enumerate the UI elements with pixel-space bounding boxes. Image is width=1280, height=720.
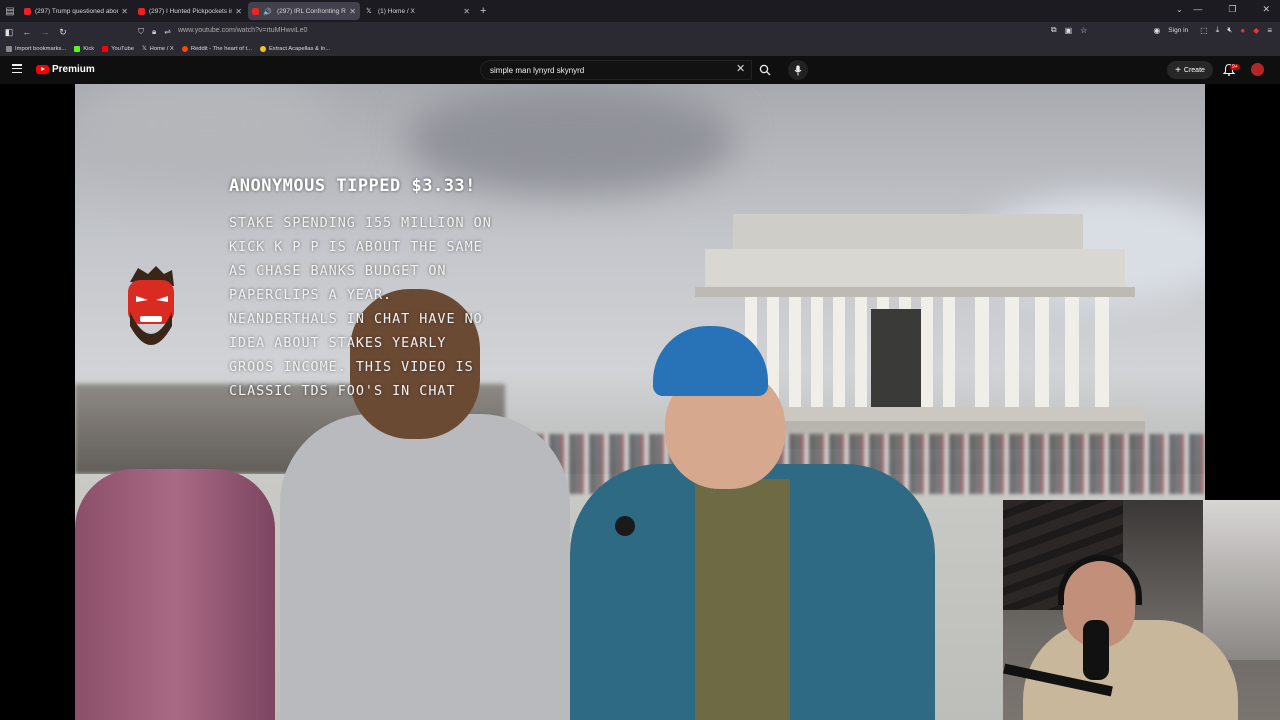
cloud: [75, 84, 335, 184]
extension-red-icon[interactable]: ◆: [1253, 26, 1259, 35]
player-letterbox-left: [0, 84, 75, 720]
streamer-mascot-icon: [128, 266, 174, 345]
permissions-icon[interactable]: ⇌: [164, 27, 171, 37]
room-wall: [1203, 500, 1280, 660]
browser-tab-strip: ▤ (297) Trump questioned about ✕ (297) I…: [0, 0, 1280, 22]
download-icon[interactable]: ⤓: [1216, 25, 1220, 35]
tab-list-icon[interactable]: ▤: [0, 0, 20, 22]
search-icon: [759, 64, 771, 76]
search-button[interactable]: [752, 60, 778, 80]
browser-tab[interactable]: 𝕏 (1) Home / X ✕: [362, 2, 474, 20]
close-icon[interactable]: ✕: [121, 7, 128, 16]
tab-title: (297) IRL Confronting Resis: [277, 7, 346, 15]
streamer-body: [1023, 620, 1238, 720]
notification-badge: 9+: [1230, 64, 1240, 70]
youtube-play-icon: [36, 65, 49, 74]
bookmark-acapellas[interactable]: Extract Acapellas & In...: [259, 46, 330, 52]
menu-icon[interactable]: ≡: [1267, 26, 1272, 35]
browser-tab[interactable]: (297) I Hunted Pickpockets in V ✕: [134, 2, 246, 20]
speaker-icon[interactable]: 🔊: [263, 8, 273, 16]
tab-title: (297) Trump questioned about: [35, 7, 119, 15]
x-icon: 𝕏: [366, 7, 372, 15]
bookmark-kick[interactable]: Kick: [74, 46, 94, 52]
clear-search-icon[interactable]: ✕: [736, 62, 745, 75]
import-icon: [6, 46, 12, 52]
reload-icon[interactable]: ↻: [54, 27, 72, 38]
x-icon: 𝕏: [141, 46, 147, 52]
extensions-icon[interactable]: ⬚: [1200, 26, 1208, 35]
extension-abp-icon[interactable]: ●: [1240, 26, 1245, 35]
sign-in-link[interactable]: Sign in: [1168, 27, 1188, 34]
close-icon[interactable]: ✕: [349, 7, 356, 16]
bookmark-star-icon[interactable]: ☆: [1080, 26, 1087, 35]
bystander-figure: [75, 469, 275, 720]
interviewer-figure: [280, 414, 570, 720]
new-tab-button[interactable]: +: [480, 5, 486, 17]
youtube-logo[interactable]: Premium: [36, 64, 95, 75]
acapella-icon: [259, 46, 266, 52]
microphone-icon: [794, 65, 802, 75]
logo-text: Premium: [52, 64, 95, 75]
youtube-icon: [102, 46, 109, 52]
navigation-toolbar: ◧ ← → ↻ ⛉ 🔒︎ ⇌ www.youtube.com/watch?v=r…: [0, 22, 1280, 42]
search-box: [480, 60, 752, 80]
tip-title: ANONYMOUS TIPPED $3.33!: [229, 176, 476, 196]
mute-icon[interactable]: 🔇︎: [1227, 25, 1232, 35]
bookmark-x[interactable]: 𝕏 Home / X: [142, 46, 174, 52]
lock-icon[interactable]: 🔒︎: [152, 27, 156, 37]
avatar[interactable]: [1251, 63, 1264, 76]
youtube-icon: [252, 7, 259, 15]
plus-icon: +: [1175, 64, 1181, 76]
close-window-icon[interactable]: ✕: [1262, 4, 1270, 15]
sidebar-toggle-icon[interactable]: ◧: [0, 27, 18, 38]
window-controls: — ❐ ✕: [1193, 4, 1270, 15]
bookmark-import[interactable]: Import bookmarks...: [6, 46, 66, 52]
account-icon[interactable]: ◉: [1153, 26, 1160, 35]
microphone: [615, 516, 635, 536]
bookmarks-bar: Import bookmarks... Kick YouTube 𝕏 Home /…: [0, 42, 1280, 56]
voice-search-button[interactable]: [788, 60, 808, 80]
youtube-icon: [24, 7, 31, 15]
maximize-icon[interactable]: ❐: [1228, 4, 1236, 15]
toolbar-right: ⧉ ▣ ☆ ◉ Sign in ⬚ ⤓ 🔇︎ ● ◆ ≡: [1051, 25, 1280, 35]
studio-microphone: [1083, 620, 1109, 680]
browser-tab-active[interactable]: 🔊 (297) IRL Confronting Resis ✕: [248, 2, 360, 20]
bookmark-youtube[interactable]: YouTube: [102, 46, 134, 52]
shield-icon[interactable]: ⛉: [138, 27, 144, 37]
back-icon[interactable]: ←: [18, 27, 36, 37]
create-button[interactable]: + Create: [1167, 61, 1213, 79]
address-bar[interactable]: www.youtube.com/watch?v=rtuMHwviLe0: [178, 27, 307, 34]
menu-icon[interactable]: [12, 64, 22, 73]
interviewee-sweater: [695, 479, 790, 720]
create-label: Create: [1183, 66, 1205, 74]
browser-tab[interactable]: (297) Trump questioned about ✕: [20, 2, 132, 20]
close-icon[interactable]: ✕: [463, 7, 470, 16]
streamer-webcam: [1003, 500, 1280, 720]
player-letterbox-right: [1205, 84, 1280, 500]
picture-in-picture-icon[interactable]: ⧉: [1051, 25, 1057, 35]
tab-title: (1) Home / X: [378, 7, 415, 15]
forward-icon[interactable]: →: [36, 27, 54, 37]
close-icon[interactable]: ✕: [235, 7, 242, 16]
reader-view-icon[interactable]: ▣: [1065, 26, 1073, 35]
youtube-header: Premium + Create: [0, 56, 1280, 84]
search-input[interactable]: [490, 66, 720, 75]
reddit-icon: [181, 46, 188, 52]
kick-icon: [74, 46, 81, 52]
tab-title: (297) I Hunted Pickpockets in V: [149, 7, 233, 15]
chevron-down-icon[interactable]: ⌄: [1176, 5, 1183, 14]
youtube-icon: [138, 7, 145, 15]
url-security-icons: ⛉ 🔒︎ ⇌: [138, 27, 171, 37]
tip-message: STAKE SPENDING 155 MILLION ON KICK K P P…: [229, 216, 492, 399]
minimize-icon[interactable]: —: [1193, 4, 1202, 15]
bookmark-reddit[interactable]: Reddit - The heart of t...: [181, 46, 252, 52]
